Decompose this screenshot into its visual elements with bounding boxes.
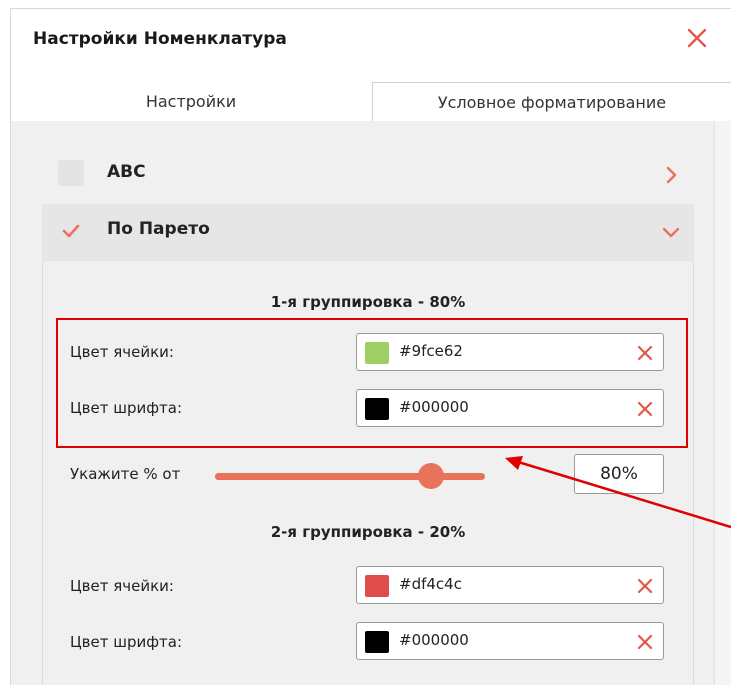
slider-label: Укажите % от — [70, 465, 181, 483]
check-icon — [62, 224, 80, 238]
percent-slider[interactable] — [215, 463, 485, 489]
abc-checkbox[interactable] — [58, 160, 84, 186]
group2-font-color-input[interactable]: #000000 — [356, 622, 664, 660]
percent-input[interactable]: 80% — [574, 454, 664, 494]
tab-settings[interactable]: Настройки — [11, 82, 371, 122]
dialog-title: Настройки Номенклатура — [33, 29, 287, 49]
color-swatch[interactable] — [365, 575, 389, 597]
section-abc-header[interactable]: ABC — [42, 147, 694, 205]
section-pareto-header[interactable]: По Парето — [42, 204, 694, 261]
group2-title: 2-я группировка - 20% — [270, 523, 466, 541]
color-swatch[interactable] — [365, 631, 389, 653]
close-icon — [687, 28, 707, 48]
color-value: #df4c4c — [399, 575, 462, 593]
slider-thumb[interactable] — [418, 463, 444, 489]
clear-icon[interactable] — [635, 576, 655, 596]
group1-title: 1-я группировка - 80% — [270, 293, 466, 311]
group2-font-color-label: Цвет шрифта: — [70, 633, 183, 651]
chevron-down-icon[interactable] — [661, 222, 681, 242]
group2-cell-color-input[interactable]: #df4c4c — [356, 566, 664, 604]
pareto-checkbox[interactable] — [58, 217, 84, 243]
chevron-right-icon[interactable] — [661, 165, 681, 185]
color-value: #000000 — [399, 631, 469, 649]
group2-cell-color-label: Цвет ячейки: — [70, 577, 174, 595]
scrollbar[interactable] — [714, 121, 731, 685]
section-abc-label: ABC — [107, 162, 146, 182]
close-button[interactable] — [685, 26, 709, 50]
slider-fill — [215, 473, 431, 480]
section-pareto-label: По Парето — [107, 219, 210, 239]
tab-conditional-formatting[interactable]: Условное форматирование — [372, 82, 731, 122]
settings-dialog: Настройки Номенклатура Настройки Условно… — [0, 0, 731, 685]
clear-icon[interactable] — [635, 632, 655, 652]
dialog-border-top — [10, 8, 731, 9]
tab-bar: Настройки Условное форматирование — [11, 82, 731, 122]
annotation-highlight-box — [56, 318, 688, 448]
